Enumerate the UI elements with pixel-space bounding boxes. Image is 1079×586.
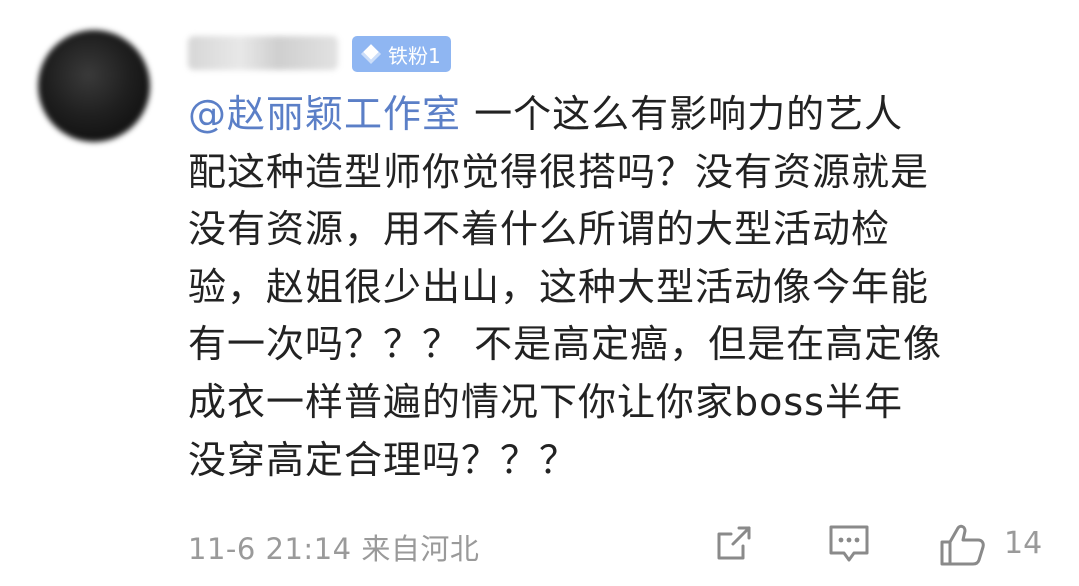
thumbs-up-icon <box>940 524 985 566</box>
comment-icon <box>829 525 869 562</box>
post-meta: 11-6 21:14 来自河北 <box>188 526 479 568</box>
username-blurred[interactable] <box>188 36 338 70</box>
source-location: 来自河北 <box>361 532 480 566</box>
comment-line-3: 没有资源，用不着什么所谓的大型活动检 <box>188 207 891 252</box>
comment-line-5: 有一次吗？？？ 不是高定癌，但是在高定像 <box>188 322 943 367</box>
comment-button[interactable] <box>826 522 872 570</box>
comment-line-4: 验，赵姐很少出山，这种大型活动像今年能 <box>188 264 930 309</box>
avatar[interactable] <box>38 30 150 142</box>
like-count: 14 <box>1004 526 1043 561</box>
comment-line-7: 没穿高定合理吗？？？ <box>188 437 579 482</box>
diamond-icon <box>361 44 381 64</box>
like-button[interactable] <box>938 522 988 572</box>
comment-line-2: 配这种造型师你觉得很搭吗？没有资源就是 <box>188 149 930 194</box>
mention-link[interactable]: @赵丽颖工作室 <box>188 92 461 136</box>
timestamp: 11-6 21:14 <box>188 532 352 566</box>
comment-line-text: 一个这么有影响力的艺人 <box>461 92 904 136</box>
share-icon <box>717 526 751 560</box>
badge-label: 铁粉1 <box>388 43 441 68</box>
comment-line-1: @赵丽颖工作室 一个这么有影响力的艺人 <box>188 86 1048 144</box>
comment-body: @赵丽颖工作室 一个这么有影响力的艺人 配这种造型师你觉得很搭吗？没有资源就是 … <box>188 86 1048 489</box>
share-button[interactable] <box>713 522 755 568</box>
comment-line-6: 成衣一样普遍的情况下你让你家boss半年 <box>188 379 903 424</box>
fan-badge[interactable]: 铁粉1 <box>352 36 451 72</box>
